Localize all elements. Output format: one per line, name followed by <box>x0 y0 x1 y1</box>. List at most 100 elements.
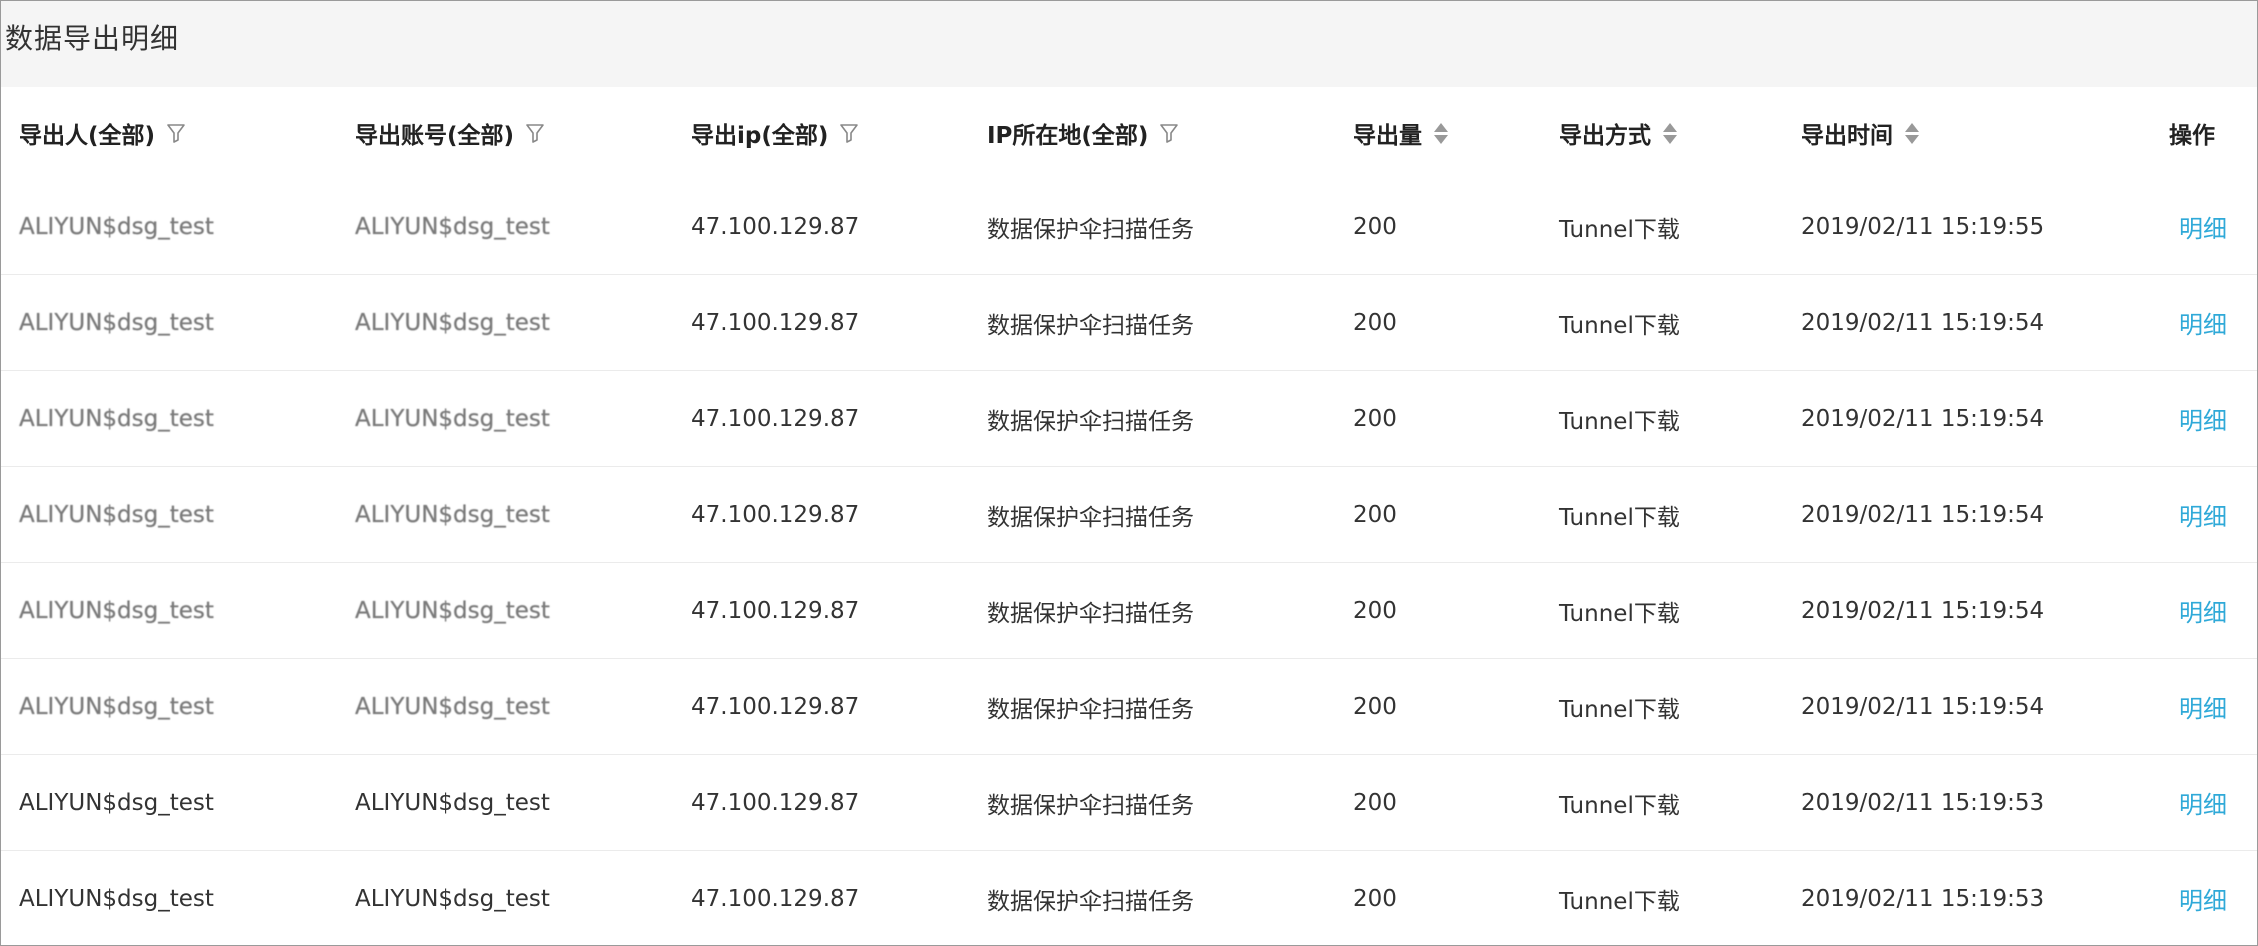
detail-link[interactable]: 明细 <box>2179 791 2227 819</box>
cell-action: 明细 <box>2169 562 2257 659</box>
cell-ip-text: 47.100.129.87 <box>691 789 860 816</box>
cell-exporter-text: ALIYUN$dsg_test <box>19 501 214 528</box>
cell-account-text: ALIYUN$dsg_test <box>355 789 550 816</box>
detail-link[interactable]: 明细 <box>2179 215 2227 243</box>
cell-ip-text: 47.100.129.87 <box>691 309 860 336</box>
cell-action: 明细 <box>2169 754 2257 851</box>
column-header-exporter[interactable]: 导出人(全部) <box>1 87 355 179</box>
detail-link[interactable]: 明细 <box>2179 503 2227 531</box>
cell-amount-text: 200 <box>1353 309 1397 336</box>
cell-account-text: ALIYUN$dsg_test <box>355 213 550 240</box>
cell-method-text: Tunnel下载 <box>1559 408 1680 435</box>
cell-location: 数据保护伞扫描任务 <box>987 851 1353 946</box>
column-header-label: 导出时间 <box>1801 123 1893 149</box>
filter-icon[interactable] <box>167 123 185 143</box>
cell-location-text: 数据保护伞扫描任务 <box>987 696 1194 723</box>
cell-amount: 200 <box>1353 658 1559 755</box>
cell-location: 数据保护伞扫描任务 <box>987 179 1353 275</box>
sort-icon[interactable] <box>1905 122 1919 144</box>
cell-account: ALIYUN$dsg_test <box>355 274 691 371</box>
table-row: ALIYUN$dsg_test ALIYUN$dsg_test 47.100.129… <box>1 179 2257 275</box>
cell-ip: 47.100.129.87 <box>691 562 987 659</box>
cell-amount-text: 200 <box>1353 213 1397 240</box>
cell-exporter: ALIYUN$dsg_test <box>1 274 355 371</box>
cell-ip-text: 47.100.129.87 <box>691 501 860 528</box>
cell-method-text: Tunnel下载 <box>1559 888 1680 915</box>
cell-location: 数据保护伞扫描任务 <box>987 466 1353 563</box>
cell-method: Tunnel下载 <box>1559 466 1801 563</box>
column-header-method[interactable]: 导出方式 <box>1559 87 1801 179</box>
filter-icon[interactable] <box>840 123 859 143</box>
cell-amount: 200 <box>1353 179 1559 275</box>
cell-method: Tunnel下载 <box>1559 370 1801 467</box>
cell-ip: 47.100.129.87 <box>691 274 987 371</box>
column-header-label: 操作 <box>2169 123 2215 149</box>
column-header-time[interactable]: 导出时间 <box>1801 87 2169 179</box>
title-bar: 数据导出明细 <box>1 1 2257 87</box>
detail-link[interactable]: 明细 <box>2179 695 2227 723</box>
cell-time: 2019/02/11 15:19:54 <box>1801 274 2169 371</box>
cell-time-text: 2019/02/11 15:19:54 <box>1801 693 2045 720</box>
cell-exporter: ALIYUN$dsg_test <box>1 562 355 659</box>
cell-amount-text: 200 <box>1353 885 1397 912</box>
cell-exporter-text: ALIYUN$dsg_test <box>19 693 214 720</box>
detail-link[interactable]: 明细 <box>2179 599 2227 627</box>
cell-ip-text: 47.100.129.87 <box>691 405 860 432</box>
cell-location-text: 数据保护伞扫描任务 <box>987 600 1194 627</box>
sort-icon[interactable] <box>1434 122 1448 144</box>
column-header-action: 操作 <box>2169 87 2257 179</box>
sort-icon[interactable] <box>1663 122 1677 144</box>
cell-time: 2019/02/11 15:19:54 <box>1801 658 2169 755</box>
cell-location: 数据保护伞扫描任务 <box>987 754 1353 851</box>
table-row: ALIYUN$dsg_test ALIYUN$dsg_test 47.100.129… <box>1 658 2257 755</box>
table-body: ALIYUN$dsg_test ALIYUN$dsg_test 47.100.129… <box>1 179 2257 946</box>
cell-time: 2019/02/11 15:19:54 <box>1801 370 2169 467</box>
cell-time: 2019/02/11 15:19:54 <box>1801 562 2169 659</box>
cell-amount: 200 <box>1353 562 1559 659</box>
detail-link[interactable]: 明细 <box>2179 407 2227 435</box>
detail-link[interactable]: 明细 <box>2179 887 2227 915</box>
cell-amount-text: 200 <box>1353 789 1397 816</box>
cell-exporter-text: ALIYUN$dsg_test <box>19 597 214 624</box>
cell-action: 明细 <box>2169 370 2257 467</box>
cell-exporter: ALIYUN$dsg_test <box>1 754 355 851</box>
cell-amount: 200 <box>1353 851 1559 946</box>
column-header-label: 导出账号(全部) <box>355 123 515 149</box>
cell-ip: 47.100.129.87 <box>691 466 987 563</box>
detail-link[interactable]: 明细 <box>2179 311 2227 339</box>
cell-account: ALIYUN$dsg_test <box>355 562 691 659</box>
cell-time: 2019/02/11 15:19:55 <box>1801 179 2169 275</box>
cell-location: 数据保护伞扫描任务 <box>987 274 1353 371</box>
cell-amount: 200 <box>1353 754 1559 851</box>
cell-time-text: 2019/02/11 15:19:54 <box>1801 501 2045 528</box>
cell-time-text: 2019/02/11 15:19:54 <box>1801 309 2045 336</box>
export-table: 导出人(全部) 导出账号(全部) 导出ip(全部) IP所在地(全部) 导出量 … <box>1 87 2257 946</box>
column-header-account[interactable]: 导出账号(全部) <box>355 87 691 179</box>
filter-icon[interactable] <box>1160 123 1179 143</box>
column-header-amount[interactable]: 导出量 <box>1353 87 1559 179</box>
cell-method: Tunnel下载 <box>1559 754 1801 851</box>
cell-account-text: ALIYUN$dsg_test <box>355 501 550 528</box>
table-row: ALIYUN$dsg_test ALIYUN$dsg_test 47.100.129… <box>1 851 2257 946</box>
filter-icon[interactable] <box>526 123 544 143</box>
cell-location-text: 数据保护伞扫描任务 <box>987 312 1194 339</box>
cell-exporter: ALIYUN$dsg_test <box>1 466 355 563</box>
column-header-ip[interactable]: 导出ip(全部) <box>691 87 987 179</box>
cell-action: 明细 <box>2169 851 2257 946</box>
column-header-location[interactable]: IP所在地(全部) <box>987 87 1353 179</box>
cell-account: ALIYUN$dsg_test <box>355 466 691 563</box>
cell-method-text: Tunnel下载 <box>1559 312 1680 339</box>
cell-location-text: 数据保护伞扫描任务 <box>987 888 1194 915</box>
cell-exporter-text: ALIYUN$dsg_test <box>19 309 214 336</box>
cell-location: 数据保护伞扫描任务 <box>987 658 1353 755</box>
cell-account: ALIYUN$dsg_test <box>355 179 691 275</box>
cell-ip: 47.100.129.87 <box>691 754 987 851</box>
cell-account: ALIYUN$dsg_test <box>355 370 691 467</box>
column-header-label: 导出ip(全部) <box>691 123 829 149</box>
cell-exporter: ALIYUN$dsg_test <box>1 179 355 275</box>
cell-time-text: 2019/02/11 15:19:53 <box>1801 789 2045 816</box>
table-header-row: 导出人(全部) 导出账号(全部) 导出ip(全部) IP所在地(全部) 导出量 … <box>1 87 2257 179</box>
cell-time: 2019/02/11 15:19:54 <box>1801 466 2169 563</box>
cell-account-text: ALIYUN$dsg_test <box>355 405 550 432</box>
cell-account-text: ALIYUN$dsg_test <box>355 597 550 624</box>
